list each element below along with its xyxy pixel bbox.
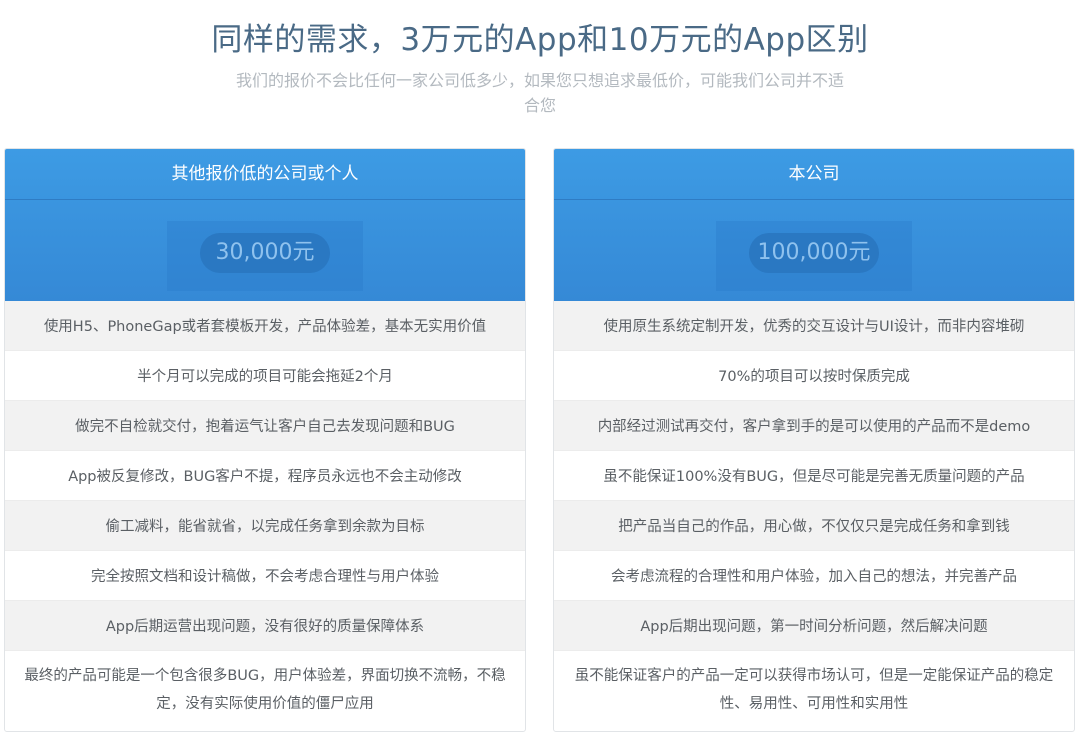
price-badge: 30,000元 — [200, 233, 330, 273]
list-item: 做完不自检就交付，抱着运气让客户自己去发现问题和BUG — [5, 401, 525, 451]
comparison-list: 使用H5、PhoneGap或者套模板开发，产品体验差，基本无实用价值 半个月可以… — [5, 301, 525, 729]
list-item: 使用原生系统定制开发，优秀的交互设计与UI设计，而非内容堆砌 — [554, 301, 1074, 351]
list-item: 使用H5、PhoneGap或者套模板开发，产品体验差，基本无实用价值 — [5, 301, 525, 351]
list-item: 会考虑流程的合理性和用户体验，加入自己的想法，并完善产品 — [554, 551, 1074, 601]
list-item: App后期出现问题，第一时间分析问题，然后解决问题 — [554, 601, 1074, 651]
list-item: 偷工减料，能省就省，以完成任务拿到余款为目标 — [5, 501, 525, 551]
price-badge: 100,000元 — [749, 233, 879, 273]
list-item: App被反复修改，BUG客户不提，程序员永远也不会主动修改 — [5, 451, 525, 501]
comparison-card-our-company: 本公司 100,000元 使用原生系统定制开发，优秀的交互设计与UI设计，而非内… — [553, 148, 1075, 732]
card-header: 其他报价低的公司或个人 30,000元 — [5, 149, 525, 301]
page-title: 同样的需求，3万元的App和10万元的App区别 — [211, 22, 869, 58]
list-item: 半个月可以完成的项目可能会拖延2个月 — [5, 351, 525, 401]
list-item: 虽不能保证客户的产品一定可以获得市场认可，但是一定能保证产品的稳定性、易用性、可… — [554, 651, 1074, 729]
list-item: 把产品当自己的作品，用心做，不仅仅只是完成任务和拿到钱 — [554, 501, 1074, 551]
list-item: 最终的产品可能是一个包含很多BUG，用户体验差，界面切换不流畅，不稳定，没有实际… — [5, 651, 525, 729]
list-item: 70%的项目可以按时保质完成 — [554, 351, 1074, 401]
list-item: 虽不能保证100%没有BUG，但是尽可能是完善无质量问题的产品 — [554, 451, 1074, 501]
list-item: App后期运营出现问题，没有很好的质量保障体系 — [5, 601, 525, 651]
card-header: 本公司 100,000元 — [554, 149, 1074, 301]
comparison-card-others: 其他报价低的公司或个人 30,000元 使用H5、PhoneGap或者套模板开发… — [4, 148, 526, 732]
list-item: 完全按照文档和设计稿做，不会考虑合理性与用户体验 — [5, 551, 525, 601]
page-subtitle: 我们的报价不会比任何一家公司低多少，如果您只想追求最低价，可能我们公司并不适合您 — [235, 71, 844, 115]
comparison-list: 使用原生系统定制开发，优秀的交互设计与UI设计，而非内容堆砌 70%的项目可以按… — [554, 301, 1074, 729]
list-item: 内部经过测试再交付，客户拿到手的是可以使用的产品而不是demo — [554, 401, 1074, 451]
card-title: 本公司 — [554, 149, 1074, 200]
card-title: 其他报价低的公司或个人 — [5, 149, 525, 200]
